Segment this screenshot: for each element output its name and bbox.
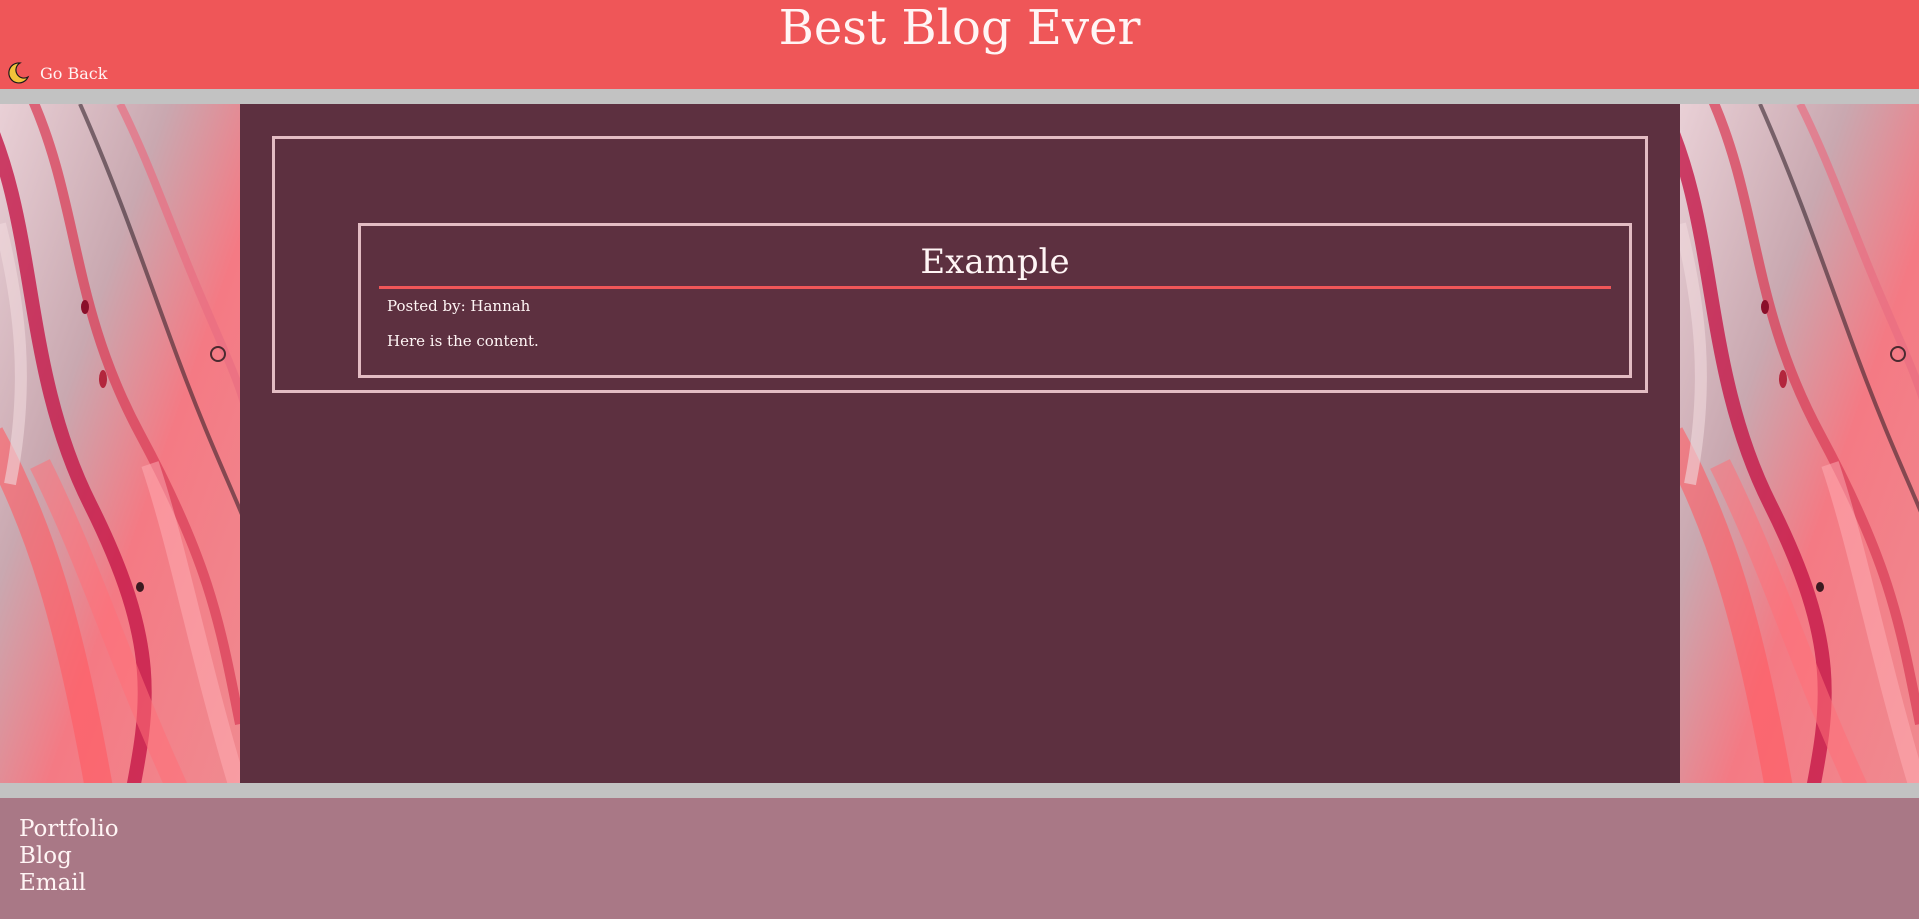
footer-link-email[interactable]: Email [19,870,119,897]
moon-icon [6,61,30,85]
site-title: Best Blog Ever [778,0,1141,56]
decorative-side-image-left [0,104,240,783]
decorative-side-image-right [1680,104,1919,783]
site-header: Best Blog Ever Go Back [0,0,1919,89]
post-title: Example [920,242,1070,282]
main-content: Example Posted by: Hannah Here is the co… [240,104,1680,783]
post-author: Posted by: Hannah [387,297,531,315]
divider-band-bottom [0,783,1919,798]
divider-band-top [0,89,1919,104]
go-back-label: Go Back [40,63,108,83]
footer-link-blog[interactable]: Blog [19,843,119,870]
posts-container: Example Posted by: Hannah Here is the co… [272,136,1648,393]
footer-nav: Portfolio Blog Email [19,816,119,897]
site-footer: Portfolio Blog Email [0,798,1919,919]
page: Best Blog Ever Go Back Example Posted by… [0,0,1919,919]
post-content: Here is the content. [387,332,539,350]
go-back-link[interactable]: Go Back [6,62,107,84]
footer-link-portfolio[interactable]: Portfolio [19,816,119,843]
post-title-divider [379,286,1611,289]
blog-post-card: Example Posted by: Hannah Here is the co… [358,223,1632,378]
